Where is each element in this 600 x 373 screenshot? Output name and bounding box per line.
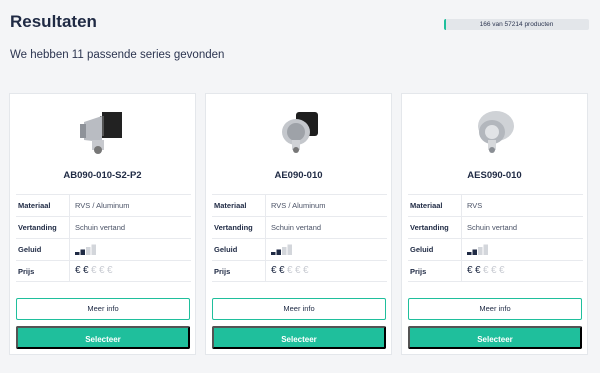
product-card: AES090-010 Materiaal RVS Vertanding Schuin… (401, 93, 588, 355)
noise-bar (287, 244, 292, 255)
gearbox-flange-icon (80, 112, 122, 154)
product-name[interactable]: AB090-010-S2-P2 (10, 170, 195, 181)
price-rating: € € € € € (467, 265, 507, 276)
noise-level-icon (271, 244, 292, 255)
geluid-label: Geluid (410, 245, 434, 254)
geluid-label: Geluid (214, 245, 238, 254)
product-card: AB090-010-S2-P2 Materiaal RVS / Aluminum … (9, 93, 196, 355)
materiaal-value: RVS / Aluminum (75, 201, 130, 210)
more-info-button[interactable]: Meer info (408, 298, 582, 320)
euro-icon: € (295, 265, 302, 276)
gearbox-round-icon (282, 112, 318, 153)
noise-bar (271, 252, 276, 255)
product-card: AE090-010 Materiaal RVS / Aluminum Vertan… (205, 93, 392, 355)
prijs-label: Prijs (18, 267, 35, 276)
euro-icon: € (483, 265, 490, 276)
noise-bar (478, 247, 483, 255)
euro-icon: € (83, 265, 90, 276)
euro-icon: € (271, 265, 278, 276)
noise-bar (86, 247, 91, 255)
noise-bar (282, 247, 287, 255)
euro-icon: € (279, 265, 286, 276)
product-name[interactable]: AE090-010 (206, 170, 391, 181)
more-info-button[interactable]: Meer info (212, 298, 386, 320)
page-title: Resultaten (10, 12, 97, 31)
euro-icon: € (303, 265, 310, 276)
materiaal-value: RVS (467, 201, 483, 210)
vertanding-label: Vertanding (214, 223, 253, 232)
price-rating: € € € € € (271, 265, 311, 276)
euro-icon: € (467, 265, 474, 276)
price-rating: € € € € € (75, 265, 115, 276)
materiaal-value: RVS / Aluminum (271, 201, 326, 210)
vertanding-label: Vertanding (18, 223, 57, 232)
euro-icon: € (75, 265, 82, 276)
progress-bar: 166 van 57214 producten (444, 19, 589, 30)
euro-icon: € (107, 265, 114, 276)
noise-bar (472, 249, 477, 255)
gearbox-steel-icon (478, 111, 514, 153)
noise-bar (75, 252, 80, 255)
select-button[interactable]: Selecteer (16, 326, 190, 349)
noise-level-icon (75, 244, 96, 255)
select-button[interactable]: Selecteer (212, 326, 386, 349)
euro-icon: € (499, 265, 506, 276)
vertanding-label: Vertanding (410, 223, 449, 232)
noise-bar (467, 252, 472, 255)
geluid-label: Geluid (18, 245, 42, 254)
euro-icon: € (475, 265, 482, 276)
vertanding-value: Schuin vertand (271, 223, 322, 232)
more-info-button[interactable]: Meer info (16, 298, 190, 320)
noise-bar (483, 244, 488, 255)
noise-bar (80, 249, 85, 255)
euro-icon: € (91, 265, 98, 276)
euro-icon: € (99, 265, 106, 276)
select-button[interactable]: Selecteer (408, 326, 582, 349)
euro-icon: € (287, 265, 294, 276)
materiaal-label: Materiaal (214, 201, 247, 210)
progress-label: 166 van 57214 producten (479, 21, 554, 28)
results-subtitle: We hebben 11 passende series gevonden (10, 49, 225, 61)
materiaal-label: Materiaal (410, 201, 443, 210)
product-name[interactable]: AES090-010 (402, 170, 587, 181)
noise-bar (276, 249, 281, 255)
vertanding-value: Schuin vertand (75, 223, 126, 232)
noise-level-icon (467, 244, 488, 255)
vertanding-value: Schuin vertand (467, 223, 518, 232)
euro-icon: € (491, 265, 498, 276)
materiaal-label: Materiaal (18, 201, 51, 210)
prijs-label: Prijs (410, 267, 427, 276)
noise-bar (91, 244, 96, 255)
prijs-label: Prijs (214, 267, 231, 276)
